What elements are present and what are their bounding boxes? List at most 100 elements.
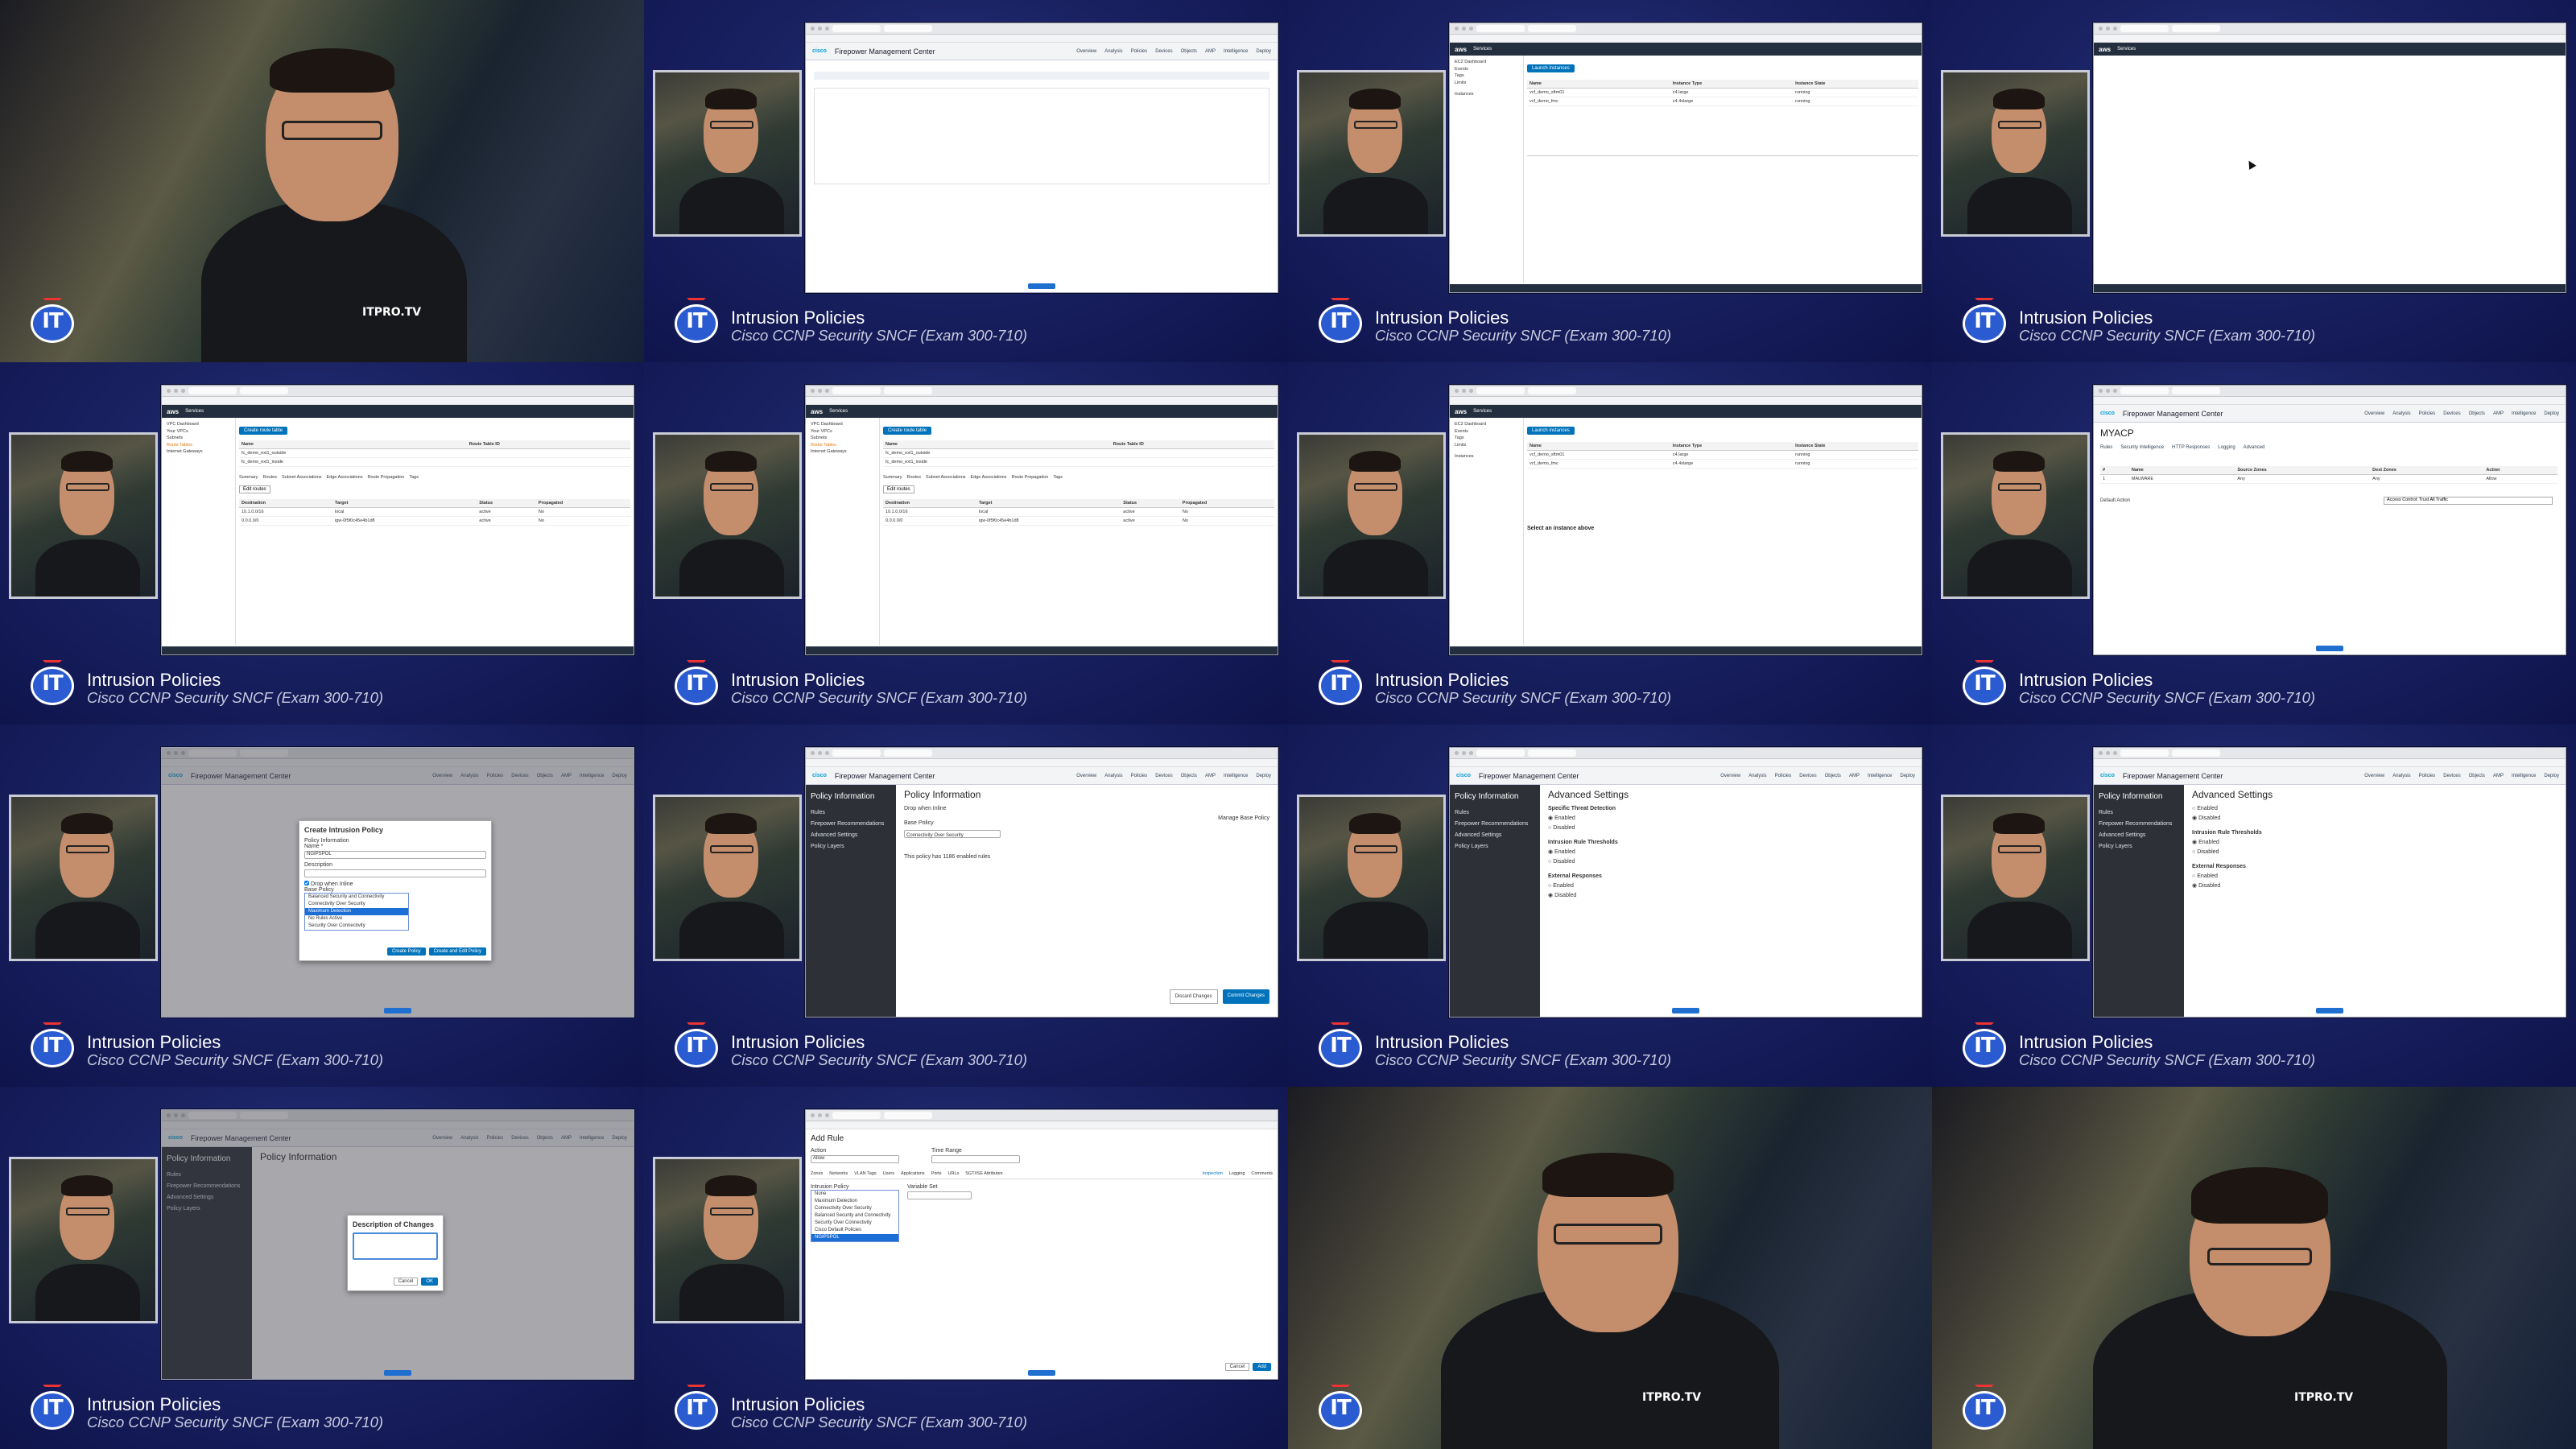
screen-capture: aws Services EC2 Dashboard Events Tags Limit… (1449, 23, 1922, 293)
webcam (1297, 70, 1446, 237)
launch-instances-button[interactable]: Launch instances (1527, 64, 1575, 72)
tile-title: Intrusion Policies (1375, 308, 1509, 328)
select-instance-text: Select an instance above (1527, 526, 1595, 531)
tile-3-aws-ec2[interactable]: aws Services EC2 Dashboard Events Tags Limit… (1288, 0, 1932, 362)
manage-base-link[interactable]: Manage Base Policy (1218, 814, 1269, 824)
webcam (653, 1157, 802, 1323)
table-row: fc_demo_ext1_inside (239, 457, 630, 467)
cancel-button[interactable]: Cancel (393, 1278, 419, 1286)
add-button[interactable]: Add (1253, 1363, 1271, 1371)
brand-logo: IT (1319, 1022, 1364, 1067)
tile-title: Intrusion Policies (2019, 670, 2153, 690)
tile-title: Intrusion Policies (1375, 1032, 1509, 1052)
tile-subtitle: Cisco CCNP Security SNCF (Exam 300-710) (731, 1051, 1028, 1068)
tile-10-policy-information[interactable]: cisco Firepower Management Center Overvie… (644, 724, 1288, 1087)
tile-6-aws-route-tables[interactable]: aws Services VPC Dashboard Your VPCs Subnet… (644, 362, 1288, 724)
tile-11-advanced-settings[interactable]: cisco Firepower Management Center Overvie… (1288, 724, 1932, 1087)
webcam (9, 432, 158, 599)
webcam (1297, 432, 1446, 599)
tile-8-myacp[interactable]: cisco Firepower Management Center Overvie… (1932, 362, 2576, 724)
brand-logo: IT (1963, 660, 2008, 705)
tile-13-description-dialog[interactable]: cisco Firepower Management Center Overvie… (0, 1087, 644, 1449)
brand-logo: IT (31, 660, 76, 705)
tile-2-fmc-devices[interactable]: cisco Firepower Management Center Overvie… (644, 0, 1288, 362)
tile-title: Intrusion Policies (1375, 670, 1509, 690)
table-row: vcf_demo_sftm01 c4.large running (1527, 450, 1918, 460)
screen-capture: cisco Firepower Management Center Overvie… (161, 747, 634, 1018)
action-select[interactable]: Allow (811, 1155, 899, 1163)
tile-title: Intrusion Policies (731, 1394, 865, 1414)
tile-4-aws-loading[interactable]: aws Services IT Intrusion Policies Cisco … (1932, 0, 2576, 362)
brand-logo: IT (1319, 1385, 1364, 1430)
tile-title: Intrusion Policies (87, 1032, 221, 1052)
policy-sidebar: Policy Information Rules Firepower Recom… (806, 785, 896, 1017)
table-row: 0.0.0.0/0 igw-0f5f0c45e4b1d8 active No (883, 516, 1274, 526)
edit-routes-button[interactable]: Edit routes (239, 485, 270, 493)
webcam (653, 432, 802, 599)
table-row: vcf_demo_fmc c4.4xlarge running (1527, 459, 1918, 469)
create-edit-button[interactable]: Create and Edit Policy (428, 947, 486, 956)
tile-1-webcam[interactable]: ITPRO.TV IT (0, 0, 644, 362)
shirt-logo: ITPRO.TV (2294, 1391, 2354, 1404)
tile-subtitle: Cisco CCNP Security SNCF (Exam 300-710) (87, 1051, 384, 1068)
table-row: fc_demo_ext1_outside (883, 448, 1274, 458)
create-route-table-button[interactable]: Create route table (883, 427, 932, 435)
tile-subtitle: Cisco CCNP Security SNCF (Exam 300-710) (2019, 327, 2316, 344)
create-policy-button[interactable]: Create Policy (386, 947, 426, 956)
screen-capture: aws Services VPC Dashboard Your VPCs Subnet… (161, 385, 634, 655)
sidebar-item-rules[interactable]: Rules (811, 807, 891, 819)
sidebar-item-layers[interactable]: Policy Layers (811, 841, 891, 852)
commit-button[interactable]: Commit Changes (1222, 989, 1269, 1004)
brand-logo: IT (31, 1385, 76, 1430)
create-policy-dialog: Create Intrusion Policy Policy Informati… (299, 820, 492, 961)
tile-7-aws-ec2-select[interactable]: aws Services EC2 Dashboard Events Tags Limit… (1288, 362, 1932, 724)
fmc-title: Firepower Management Center (834, 47, 935, 56)
screen-capture: cisco Firepower Management Center Overvie… (805, 747, 1278, 1018)
policy-name: MYACP (2100, 427, 2134, 439)
sidebar-item-advanced[interactable]: Advanced Settings (811, 830, 891, 841)
screen-capture: aws Services VPC Dashboard Your VPCs Subnet… (805, 385, 1278, 655)
tile-title: Intrusion Policies (87, 1394, 221, 1414)
brand-logo: IT (675, 1022, 720, 1067)
aws-sidebar: EC2 Dashboard Events Tags Limits Instances (1450, 56, 1524, 283)
intrusion-policy-dropdown[interactable]: None Maximum Detection Connectivity Over… (811, 1190, 899, 1242)
description-input[interactable] (304, 869, 486, 877)
table-row: vcf_demo_fmc c4.4xlarge running (1527, 97, 1918, 106)
screen-capture: Add Rule Action Allow Time Range Zones Net… (805, 1109, 1278, 1380)
sidebar-item-recommendations[interactable]: Firepower Recommendations (811, 819, 891, 830)
webcam (9, 1157, 158, 1323)
tile-16-webcam[interactable]: ITPRO.TV IT (1932, 1087, 2576, 1449)
tile-subtitle: Cisco CCNP Security SNCF (Exam 300-710) (2019, 689, 2316, 706)
tile-title: Intrusion Policies (731, 308, 865, 328)
table-row: 1 MALWARE Any Any Allow (2100, 474, 2557, 484)
base-policy-dropdown[interactable]: Balanced Security and Connectivity Conne… (304, 893, 409, 931)
description-dialog: Description of Changes Cancel OK (347, 1215, 444, 1291)
table-row: vcf_demo_sftm01 c4.large running (1527, 88, 1918, 97)
description-textarea[interactable] (353, 1232, 438, 1260)
brand-logo: IT (31, 298, 76, 343)
base-policy-select[interactable]: Connectivity Over Security (904, 830, 1001, 838)
table-row: 0.0.0.0/0 igw-0f5f0c45e4b1d8 active No (239, 516, 630, 526)
edit-routes-button[interactable]: Edit routes (883, 485, 914, 493)
create-route-table-button[interactable]: Create route table (239, 427, 288, 435)
webcam (653, 795, 802, 961)
ok-button[interactable]: OK (421, 1278, 438, 1286)
screen-capture: cisco Firepower Management Center Overvie… (2093, 747, 2566, 1018)
screen-capture: aws Services EC2 Dashboard Events Tags Limit… (1449, 385, 1922, 655)
tile-5-aws-route-tables[interactable]: aws Services VPC Dashboard Your VPCs Subnet… (0, 362, 644, 724)
tile-subtitle: Cisco CCNP Security SNCF (Exam 300-710) (1375, 689, 1672, 706)
table-row: 10.1.0.0/16 local active No (883, 507, 1274, 517)
tile-15-webcam[interactable]: ITPRO.TV IT (1288, 1087, 1932, 1449)
webcam (1941, 432, 2090, 599)
launch-instances-button[interactable]: Launch instances (1527, 427, 1575, 435)
cancel-button[interactable]: Cancel (1224, 1363, 1250, 1371)
tile-9-create-intrusion-policy[interactable]: cisco Firepower Management Center Overvie… (0, 724, 644, 1087)
tile-subtitle: Cisco CCNP Security SNCF (Exam 300-710) (87, 689, 384, 706)
brand-logo: IT (1963, 1385, 2008, 1430)
tile-title: Intrusion Policies (2019, 308, 2153, 328)
tile-12-advanced-settings-scrolled[interactable]: cisco Firepower Management Center Overvie… (1932, 724, 2576, 1087)
tile-14-add-rule[interactable]: Add Rule Action Allow Time Range Zones Net… (644, 1087, 1288, 1449)
shirt-logo: ITPRO.TV (362, 306, 422, 319)
discard-button[interactable]: Discard Changes (1169, 989, 1218, 1004)
policy-name-input[interactable]: NGIPSPOL (304, 851, 486, 859)
